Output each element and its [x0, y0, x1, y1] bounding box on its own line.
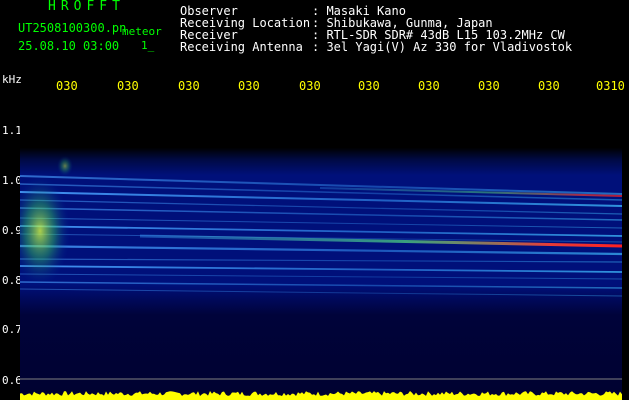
x-tick: 030	[299, 79, 321, 93]
file-name: UT2508100300.pn	[18, 21, 127, 35]
x-tick: 030	[178, 79, 200, 93]
x-tick: 0310	[596, 79, 625, 93]
y-tick: 1.0	[2, 174, 22, 187]
y-tick: 0.7	[2, 323, 22, 336]
x-tick: 030	[418, 79, 440, 93]
y-tick: 0.6	[2, 374, 22, 387]
spectrogram-plot	[20, 96, 622, 400]
antenna-value: : 3el Yagi(V) Az 330 for Vladivostok	[312, 40, 573, 54]
mode-label: meteor	[122, 25, 162, 38]
y-tick: 0.9	[2, 224, 22, 237]
y-tick: 0.8	[2, 274, 22, 287]
y-axis-unit: kHz	[2, 73, 22, 86]
y-tick: 1.1	[2, 124, 22, 137]
page-index: 1_	[141, 39, 155, 52]
x-tick: 030	[238, 79, 260, 93]
x-tick: 030	[478, 79, 500, 93]
x-tick: 030	[538, 79, 560, 93]
x-tick: 030	[117, 79, 139, 93]
x-tick: 030	[56, 79, 78, 93]
amplitude-fill	[20, 391, 622, 400]
observation-datetime: 25.08.10 03:00	[18, 39, 120, 53]
amplitude-trace	[20, 391, 622, 400]
x-tick: 030	[358, 79, 380, 93]
antenna-label: Receiving Antenna	[180, 40, 303, 54]
app-logo: HROFFT	[48, 0, 125, 14]
